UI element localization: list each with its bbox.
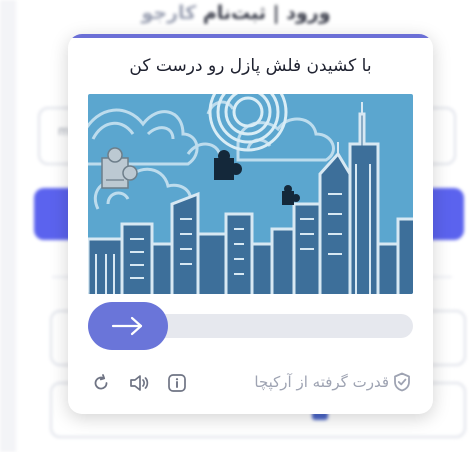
- puzzle-image: [88, 94, 413, 294]
- powered-by-text: قدرت گرفته از آرکپچا: [254, 373, 389, 391]
- captcha-instruction: با کشیدن فلش پازل رو درست کن: [129, 56, 372, 76]
- refresh-button[interactable]: [90, 372, 112, 394]
- info-button[interactable]: [166, 372, 188, 394]
- page-left-strip: [0, 0, 16, 452]
- info-icon: [168, 374, 186, 392]
- login-title: ورود | ثبت‌نام کارجو: [16, 2, 456, 24]
- slider-handle[interactable]: [88, 302, 168, 350]
- refresh-icon: [94, 374, 108, 390]
- login-title-brand: کارجو: [141, 2, 197, 24]
- captcha-tools: [90, 372, 188, 394]
- captcha-top-bar: [68, 34, 433, 38]
- powered-by-arkpacha: قدرت گرفته از آرکپچا: [254, 372, 411, 392]
- login-title-text: ورود | ثبت‌نام: [202, 2, 331, 24]
- captcha-dialog: با کشیدن فلش پازل رو درست کن قدرت گرفته …: [68, 34, 433, 414]
- shield-check-icon: [394, 372, 410, 392]
- arrow-right-icon: [111, 316, 143, 336]
- audio-button[interactable]: [128, 372, 150, 394]
- speaker-icon: [130, 375, 149, 391]
